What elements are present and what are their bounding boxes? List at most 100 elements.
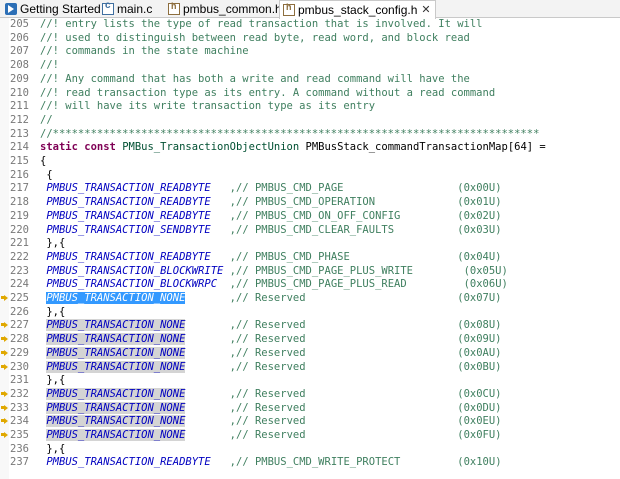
code-line[interactable]: 236 },{ xyxy=(0,443,620,457)
code-line[interactable]: 229 PMBUS_TRANSACTION_NONE ,// Reserved … xyxy=(0,346,620,361)
code-line[interactable]: 224 PMBUS_TRANSACTION_BLOCKWRPC ,// PMBU… xyxy=(0,278,620,292)
code-line[interactable]: 235 PMBUS_TRANSACTION_NONE ,// Reserved … xyxy=(0,429,620,443)
code-line[interactable]: 221 },{ xyxy=(0,237,620,251)
comment-text: // xyxy=(40,113,53,126)
tab-1[interactable]: main.c xyxy=(99,0,156,18)
line-number: 208 xyxy=(10,59,29,72)
code-line[interactable]: 212 // xyxy=(0,114,620,128)
brace-text: { xyxy=(40,155,47,167)
comment-text: ,// Reserved xyxy=(229,319,306,332)
close-tab-icon[interactable]: ✕ xyxy=(421,1,430,19)
command-code: (0x0BU) xyxy=(457,360,502,373)
code-text: PMBUS_TRANSACTION_NONE ,// Reserved (0x0… xyxy=(40,429,502,443)
tab-2[interactable]: pmbus_common.h xyxy=(165,0,286,18)
code-line[interactable]: 222 PMBUS_TRANSACTION_READBYTE ,// PMBUS… xyxy=(0,251,620,265)
occurrence-arrow-icon[interactable] xyxy=(1,363,8,371)
macro-name: PMBUS_TRANSACTION_NONE xyxy=(46,319,186,332)
comment-text: ,// Reserved xyxy=(229,333,306,346)
code-line[interactable]: 218 PMBUS_TRANSACTION_READBYTE ,// PMBUS… xyxy=(0,196,620,210)
padding xyxy=(350,251,457,263)
code-line[interactable]: 231 },{ xyxy=(0,374,620,388)
padding xyxy=(400,456,457,468)
code-line[interactable]: 227 PMBUS_TRANSACTION_NONE ,// Reserved … xyxy=(0,319,620,333)
code-line[interactable]: 205 //! entry lists the type of read tran… xyxy=(0,18,620,32)
line-number: 226 xyxy=(10,305,29,318)
code-line[interactable]: 208 //! xyxy=(0,59,620,73)
code-line[interactable]: 230 PMBUS_TRANSACTION_NONE ,// Reserved … xyxy=(0,360,620,375)
padding xyxy=(306,429,458,441)
macro-name: PMBUS_TRANSACTION_NONE xyxy=(46,387,186,400)
padding xyxy=(185,415,229,427)
command-code: (0x06U) xyxy=(463,278,508,291)
code-text: PMBUS_TRANSACTION_NONE ,// Reserved (0x0… xyxy=(40,319,502,333)
occurrence-arrow-icon[interactable] xyxy=(1,404,8,412)
code-line[interactable]: 217 PMBUS_TRANSACTION_READBYTE ,// PMBUS… xyxy=(0,182,620,196)
code-text: PMBUS_TRANSACTION_READBYTE ,// PMBUS_CMD… xyxy=(40,251,501,265)
occurrence-arrow-icon[interactable] xyxy=(1,390,8,398)
code-line[interactable]: 228 PMBUS_TRANSACTION_NONE ,// Reserved … xyxy=(0,333,620,347)
code-text: },{ xyxy=(40,374,65,388)
tab-3[interactable]: pmbus_stack_config.h✕ xyxy=(279,0,436,19)
code-line[interactable]: 209 //! Any command that has both a write… xyxy=(0,73,620,87)
code-line[interactable]: 210 //! read transaction type as its entr… xyxy=(0,87,620,101)
code-line[interactable]: 232 PMBUS_TRANSACTION_NONE ,// Reserved … xyxy=(0,387,620,402)
occurrence-arrow-icon[interactable] xyxy=(1,432,8,439)
padding xyxy=(407,278,464,290)
code-text: PMBUS_TRANSACTION_READBYTE ,// PMBUS_CMD… xyxy=(40,456,501,470)
code-text: //**************************************… xyxy=(40,128,539,142)
occurrence-arrow-icon[interactable] xyxy=(1,349,8,357)
code-line[interactable]: 219 PMBUS_TRANSACTION_READBYTE ,// PMBUS… xyxy=(0,210,620,224)
code-line[interactable]: 214 static const PMBus_TransactionObjectU… xyxy=(0,141,620,155)
occurrence-arrow-icon[interactable] xyxy=(1,336,8,343)
code-text: },{ xyxy=(40,237,65,251)
comment-text: //! xyxy=(40,59,59,72)
line-number: 207 xyxy=(10,45,29,58)
code-line[interactable]: 206 //! used to distinguish between read … xyxy=(0,32,620,46)
comment-text: //! used to distinguish between read byt… xyxy=(40,31,470,44)
line-number: 225 xyxy=(10,292,29,304)
code-line[interactable]: 220 PMBUS_TRANSACTION_SENDBYTE ,// PMBUS… xyxy=(0,224,620,238)
brace-text: },{ xyxy=(40,237,66,250)
line-number: 220 xyxy=(10,223,29,236)
comment-text: ,// Reserved xyxy=(229,415,306,428)
padding xyxy=(343,182,457,194)
code-text: PMBUS_TRANSACTION_READBYTE ,// PMBUS_CMD… xyxy=(40,182,501,196)
code-line[interactable]: 207 //! commands in the state machine xyxy=(0,45,620,59)
code-line[interactable]: 223 PMBUS_TRANSACTION_BLOCKWRITE ,// PMB… xyxy=(0,265,620,279)
occurrence-arrow-icon[interactable] xyxy=(1,418,8,425)
code-line[interactable]: 233 PMBUS_TRANSACTION_NONE ,// Reserved … xyxy=(0,401,620,416)
code-line[interactable]: 234 PMBUS_TRANSACTION_NONE ,// Reserved … xyxy=(0,415,620,429)
comment-text: ,// Reserved xyxy=(229,429,306,441)
comment-text: ,// PMBUS_CMD_PAGE_PLUS_READ xyxy=(229,278,407,291)
padding xyxy=(211,456,230,468)
comment-text: ,// Reserved xyxy=(229,360,306,373)
tab-0[interactable]: Getting Started xyxy=(2,0,105,18)
tab-label: pmbus_common.h xyxy=(183,2,282,16)
line-number: 211 xyxy=(10,100,29,113)
padding xyxy=(394,224,457,236)
code-line[interactable]: 216 { xyxy=(0,169,620,183)
code-line[interactable]: 213 //***********************************… xyxy=(0,128,620,142)
code-editor[interactable]: 205 //! entry lists the type of read tran… xyxy=(0,18,620,479)
code-text: PMBUS_TRANSACTION_NONE ,// Reserved (0x0… xyxy=(40,401,502,416)
occurrence-arrow-icon[interactable] xyxy=(1,295,8,302)
code-line[interactable]: 215 { xyxy=(0,155,620,169)
line-number: 234 xyxy=(10,415,29,428)
code-text: //! read transaction type as its entry. … xyxy=(40,87,495,101)
code-line[interactable]: 225 PMBUS_TRANSACTION_NONE ,// Reserved … xyxy=(0,292,620,306)
code-line[interactable]: 226 },{ xyxy=(0,306,620,320)
code-text: PMBUS_TRANSACTION_NONE ,// Reserved (0x0… xyxy=(40,333,502,347)
occurrence-arrow-icon[interactable] xyxy=(1,322,8,329)
macro-name: PMBUS_TRANSACTION_BLOCKWRITE xyxy=(46,264,224,277)
code-line[interactable]: 211 //! will have its write transaction t… xyxy=(0,100,620,114)
tab-label: Getting Started xyxy=(20,2,101,16)
line-number: 210 xyxy=(10,86,29,99)
padding xyxy=(306,333,458,345)
code-text: PMBUS_TRANSACTION_SENDBYTE ,// PMBUS_CMD… xyxy=(40,224,501,238)
code-line[interactable]: 237 PMBUS_TRANSACTION_READBYTE ,// PMBUS… xyxy=(0,456,620,470)
comment-text: ,// Reserved xyxy=(229,346,306,359)
h-file-icon xyxy=(283,2,295,16)
padding xyxy=(400,210,457,222)
line-number: 219 xyxy=(10,209,29,222)
code-text: //! xyxy=(40,59,59,73)
